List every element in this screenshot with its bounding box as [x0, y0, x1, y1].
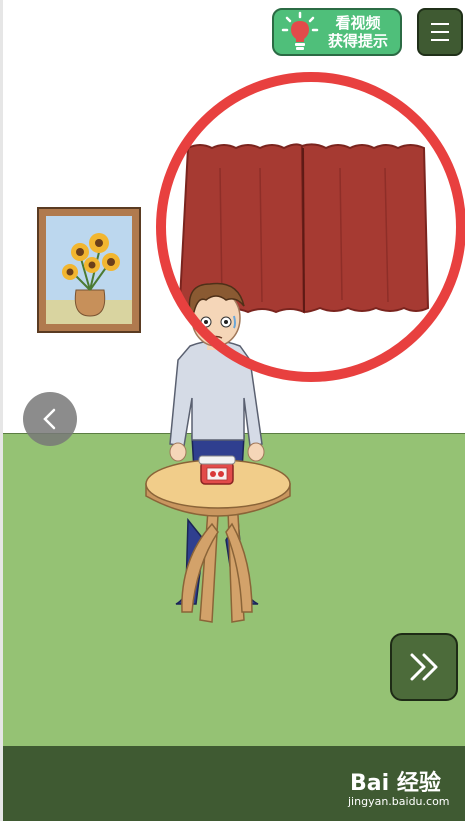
boy-character[interactable] — [169, 282, 265, 605]
watermark-url: jingyan.baidu.com — [348, 795, 450, 808]
hint-label: 看视频 获得提示 — [320, 14, 396, 50]
watch-video-hint-button[interactable]: 看视频 获得提示 — [272, 8, 402, 56]
watermark-logo: Bai 经验 — [350, 771, 441, 796]
game-scene: 看视频 获得提示 Bai 经验 jingyan.baidu.com — [0, 0, 465, 821]
hamburger-menu-icon-bar — [431, 31, 449, 33]
baidu-jingyan-watermark: Bai 经验 jingyan.baidu.com — [340, 765, 450, 815]
back-button[interactable] — [23, 392, 77, 446]
hamburger-menu-icon-bar — [431, 39, 449, 41]
jam-jar[interactable] — [198, 455, 236, 485]
chevron-left-icon — [43, 408, 56, 430]
menu-button[interactable] — [417, 8, 463, 56]
lightbulb-icon — [281, 11, 319, 50]
hint-label-line1: 看视频 — [335, 14, 381, 32]
double-chevron-right-icon — [410, 653, 438, 681]
hamburger-menu-icon — [431, 23, 449, 25]
hint-label-line2: 获得提示 — [327, 32, 388, 50]
next-scene-button[interactable] — [390, 633, 458, 701]
sunflower-painting[interactable] — [37, 207, 141, 333]
